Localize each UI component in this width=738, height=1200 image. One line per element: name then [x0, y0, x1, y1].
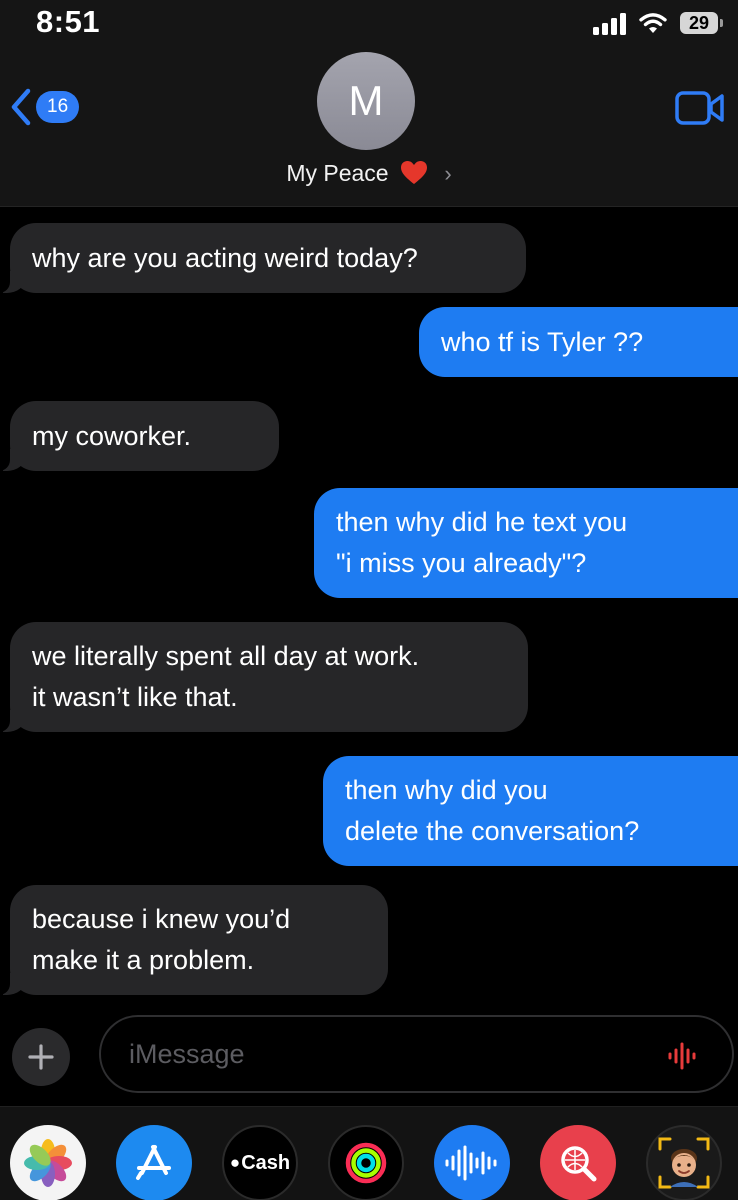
back-button[interactable]: 16 [10, 88, 80, 126]
message-text: because i knew you’d [32, 904, 291, 934]
status-time: 8:51 [36, 4, 101, 39]
conversation-header: 8:51 29 16 M My Peace › [0, 0, 738, 207]
battery-indicator: 29 [680, 12, 723, 34]
message-text: we literally spent all day at work. [32, 641, 420, 671]
plus-icon [28, 1044, 54, 1070]
message-bubble-outgoing[interactable]: then why did you delete the conversation… [323, 756, 738, 866]
app-store-icon [136, 1145, 171, 1180]
video-camera-icon [675, 91, 724, 125]
message-bubble-incoming[interactable]: my coworker. [0, 401, 279, 471]
activity-rings-icon [345, 1142, 387, 1184]
wifi-icon [639, 13, 667, 33]
status-indicators: 29 [593, 8, 723, 38]
battery-nub [720, 19, 723, 27]
apps-plus-button[interactable] [12, 1028, 70, 1086]
audio-waveform-icon [668, 1042, 696, 1070]
cellular-signal-icon [593, 11, 626, 35]
message-text: then why did he text you [336, 507, 628, 537]
unread-count-badge: 16 [36, 91, 80, 123]
memoji-app-button[interactable] [646, 1125, 722, 1200]
chevron-right-icon: › [444, 161, 452, 186]
activity-app-button[interactable] [328, 1125, 404, 1200]
photos-app-button[interactable] [10, 1125, 86, 1200]
red-heart-icon [400, 160, 428, 192]
message-text: who tf is Tyler ?? [441, 326, 644, 357]
app-drawer: ● Cash [0, 1106, 738, 1200]
message-bubble-outgoing[interactable]: who tf is Tyler ?? [419, 307, 738, 377]
image-search-app-button[interactable] [540, 1125, 616, 1200]
facetime-video-button[interactable] [675, 90, 725, 131]
message-text: why are you acting weird today? [32, 242, 418, 273]
message-bubble-incoming[interactable]: we literally spent all day at work. it w… [0, 622, 528, 732]
message-text: it wasn’t like that. [32, 682, 238, 712]
magnifying-glass-globe-icon [561, 1146, 597, 1182]
memoji-face-icon [658, 1137, 710, 1189]
message-text: delete the conversation? [345, 816, 640, 846]
message-bubble-incoming[interactable]: why are you acting weird today? [0, 223, 526, 293]
message-text: "i miss you already"? [336, 548, 587, 578]
contact-avatar[interactable]: M [317, 52, 415, 150]
battery-level: 29 [688, 13, 710, 33]
messages-screen: 8:51 29 16 M My Peace › why are you acti… [0, 0, 738, 1200]
message-text: make it a problem. [32, 945, 255, 975]
apple-cash-button[interactable]: ● Cash [222, 1125, 298, 1200]
contact-name: My Peace [286, 160, 389, 186]
message-text: then why did you [345, 775, 548, 805]
contact-name-button[interactable]: My Peace › [0, 160, 738, 192]
chevron-left-icon [11, 88, 31, 126]
apple-logo-icon: ● [229, 1153, 241, 1172]
message-bubble-outgoing[interactable]: then why did he text you "i miss you alr… [314, 488, 738, 598]
audio-waveform-icon [445, 1145, 497, 1181]
message-text: my coworker. [32, 420, 192, 451]
photos-flower-icon [24, 1139, 72, 1187]
imessage-input[interactable] [99, 1015, 734, 1093]
cash-label: Cash [241, 1151, 291, 1174]
voice-dictation-button[interactable] [668, 1042, 696, 1075]
message-bubble-incoming[interactable]: because i knew you’d make it a problem. [0, 885, 388, 995]
app-store-button[interactable] [116, 1125, 192, 1200]
audio-message-app-button[interactable] [434, 1125, 510, 1200]
